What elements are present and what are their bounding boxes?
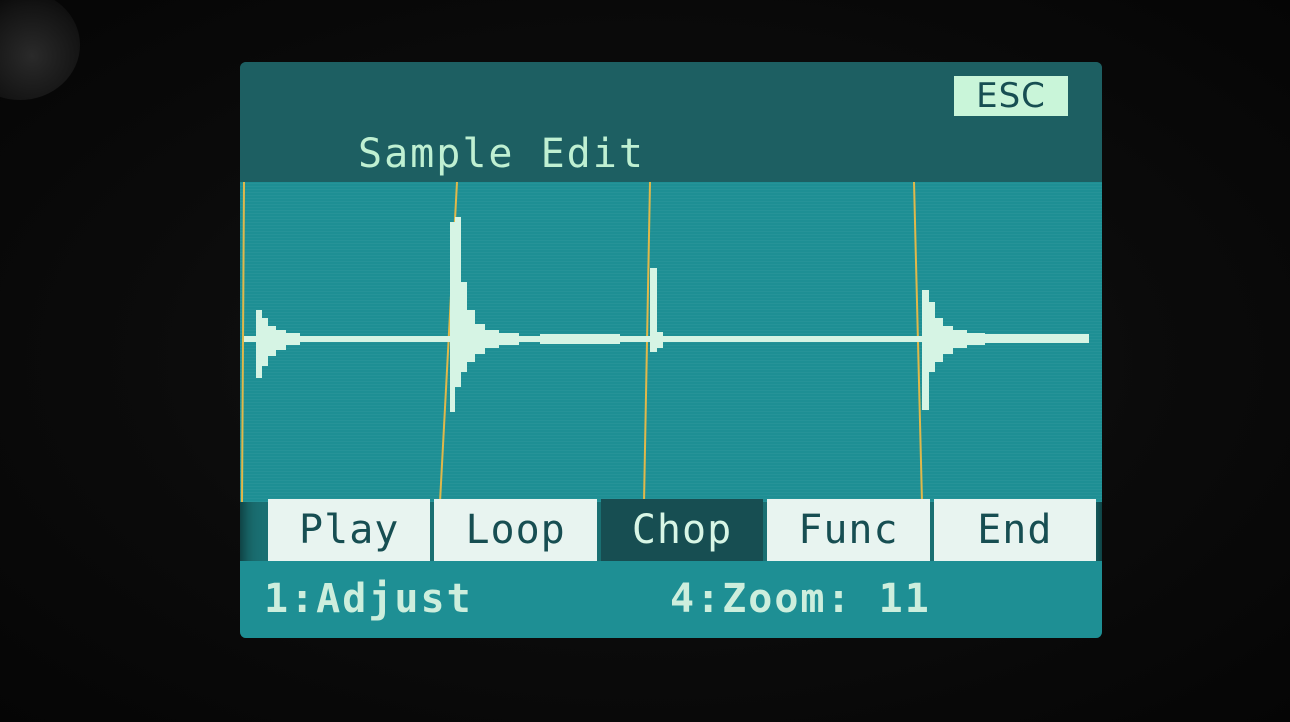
lcd-screen: ESC Sample Edit Play Loop Chop Func End … — [240, 62, 1102, 638]
knob4-label: 4:Zoom: 11 — [670, 576, 931, 622]
waveform-display[interactable] — [240, 182, 1102, 502]
function-tabs: Play Loop Chop Func End — [268, 499, 1097, 561]
knob-legend: 1:Adjust 4:Zoom: 11 — [240, 561, 1102, 638]
tab-func[interactable]: Func — [767, 499, 930, 561]
knob1-label: 1:Adjust — [264, 576, 473, 622]
screen-header: ESC Sample Edit — [240, 62, 1102, 182]
esc-button[interactable]: ESC — [954, 76, 1068, 116]
tab-loop[interactable]: Loop — [434, 499, 597, 561]
tab-end[interactable]: End — [933, 499, 1097, 561]
page-title: Sample Edit — [358, 131, 645, 177]
tab-play[interactable]: Play — [268, 499, 431, 561]
chop-marker[interactable] — [241, 182, 245, 502]
tab-chop[interactable]: Chop — [600, 499, 764, 561]
waveform — [244, 217, 1089, 412]
